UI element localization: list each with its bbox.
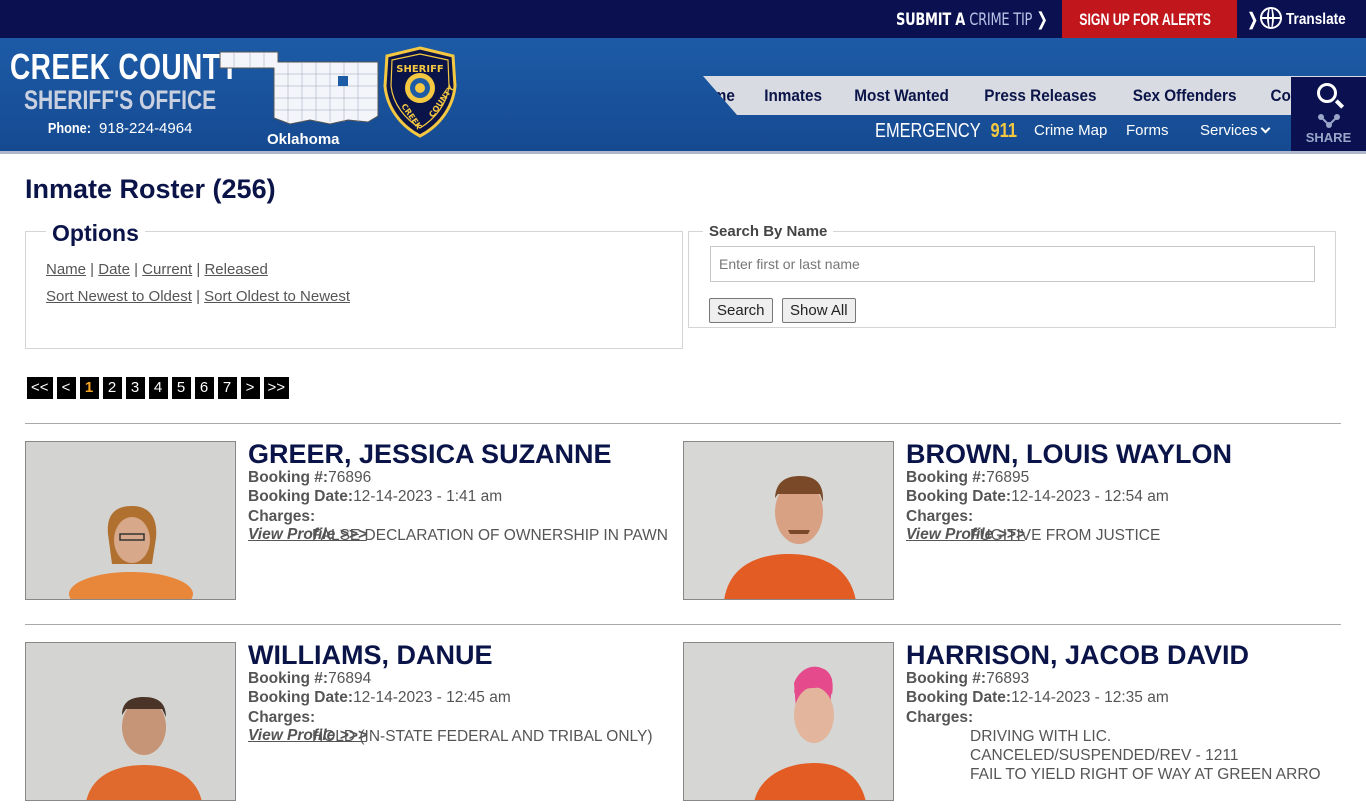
order-links: Sort Newest to Oldest | Sort Oldest to N… <box>46 288 351 305</box>
filter-released-link[interactable]: Released <box>204 261 267 278</box>
inmate-name[interactable]: WILLIAMS, DANUE <box>248 640 492 671</box>
booking-date: Booking Date:12-14-2023 - 12:45 am <box>248 689 511 706</box>
page-7[interactable]: 7 <box>217 377 237 399</box>
oklahoma-map-icon <box>219 51 379 125</box>
top-bar: SUBMIT A CRIME TIP ❯ SIGN UP FOR ALERTS … <box>0 0 1366 38</box>
emergency-number: 911 <box>990 120 1018 142</box>
translate-label: Translate <box>1286 11 1346 28</box>
chevron-right-icon: ❯ <box>1247 10 1258 29</box>
view-profile-link[interactable]: View Profile >>> <box>248 727 367 745</box>
search-button[interactable]: Search <box>709 298 773 323</box>
options-panel: Options Name | Date | Current | Released… <box>25 220 683 349</box>
inmate-name[interactable]: HARRISON, JACOB DAVID <box>906 640 1249 671</box>
translate-button[interactable]: Translate <box>1260 0 1356 38</box>
charges: Charges: DRIVING WITH LIC. CANCELED/SUSPE… <box>906 708 1326 784</box>
sort-newest-link[interactable]: Sort Newest to Oldest <box>46 288 192 305</box>
booking-date: Booking Date:12-14-2023 - 12:35 am <box>906 689 1169 706</box>
search-icon[interactable] <box>1317 83 1337 103</box>
mugshot-photo[interactable] <box>25 441 236 600</box>
mugshot-photo[interactable] <box>683 642 894 801</box>
chevron-down-icon <box>1260 123 1270 134</box>
services-label: Services <box>1200 122 1258 139</box>
nav-services[interactable]: Services <box>1200 122 1270 139</box>
phone-label: Phone: <box>47 120 92 137</box>
search-share-panel[interactable]: SHARE <box>1291 77 1366 152</box>
booking-number: Booking #:76896 <box>248 469 372 486</box>
chevron-right-icon: ❯ <box>1036 9 1048 30</box>
list-divider <box>25 624 1341 625</box>
search-panel: Search By Name Search Show All <box>688 223 1336 328</box>
page-6[interactable]: 6 <box>194 377 214 399</box>
booking-number: Booking #:76895 <box>906 469 1030 486</box>
page-2[interactable]: 2 <box>102 377 122 399</box>
sort-links: Name | Date | Current | Released <box>46 261 268 278</box>
show-all-button[interactable]: Show All <box>782 298 856 323</box>
view-profile-link[interactable]: View Profile >>> <box>248 526 367 544</box>
view-profile-link[interactable]: View Profile >>> <box>906 526 1025 544</box>
nav-press-releases[interactable]: Press Releases <box>966 76 1115 115</box>
phone-info: Phone: 918-224-4964 <box>44 120 193 137</box>
submit-crime-tip-link[interactable]: SUBMIT A CRIME TIP ❯ <box>896 0 1048 38</box>
booking-date: Booking Date:12-14-2023 - 12:54 am <box>906 488 1169 505</box>
page-prev[interactable]: < <box>56 377 76 399</box>
charge-item: DRIVING WITH LIC. CANCELED/SUSPENDED/REV… <box>970 728 1239 764</box>
sort-by-name-link[interactable]: Name <box>46 261 86 278</box>
inmate-card: GREER, JESSICA SUZANNE Booking #:76896 B… <box>25 439 668 611</box>
emergency-label: EMERGENCY <box>875 120 981 142</box>
state-label: Oklahoma <box>267 131 340 148</box>
nav-inmates[interactable]: Inmates <box>749 76 837 115</box>
nav-crime-map[interactable]: Crime Map <box>1034 122 1107 139</box>
share-label: SHARE <box>1305 130 1352 145</box>
header-divider <box>0 151 1366 154</box>
site-subtitle: SHERIFF'S OFFICE <box>24 85 217 115</box>
page-1[interactable]: 1 <box>79 377 99 399</box>
filter-current-link[interactable]: Current <box>142 261 192 278</box>
mugshot-photo[interactable] <box>683 441 894 600</box>
options-legend: Options <box>46 220 145 247</box>
alerts-label: SIGN UP FOR ALERTS <box>1079 10 1212 29</box>
search-legend: Search By Name <box>703 223 834 240</box>
sign-up-alerts-button[interactable]: SIGN UP FOR ALERTS ❯ <box>1062 0 1258 38</box>
booking-number: Booking #:76893 <box>906 670 1030 687</box>
page-last[interactable]: >> <box>263 377 290 399</box>
page-4[interactable]: 4 <box>148 377 168 399</box>
sheriff-badge-logo[interactable]: SHERIFF CREEK COUNTY <box>381 46 459 138</box>
site-header: CREEK COUNTY SHERIFF'S OFFICE Phone: 918… <box>0 38 1366 152</box>
nav-forms[interactable]: Forms <box>1126 122 1169 139</box>
list-divider <box>25 423 1341 424</box>
mugshot-photo[interactable] <box>25 642 236 801</box>
inmate-name[interactable]: BROWN, LOUIS WAYLON <box>906 439 1232 470</box>
svg-text:SHERIFF: SHERIFF <box>396 64 444 75</box>
globe-icon <box>1260 6 1282 29</box>
crime-tip-label: SUBMIT A <box>896 10 970 30</box>
page-next[interactable]: > <box>240 377 260 399</box>
main-nav: Home Inmates Most Wanted Press Releases … <box>703 76 1366 115</box>
page-first[interactable]: << <box>27 377 53 399</box>
nav-sex-offenders[interactable]: Sex Offenders <box>1115 76 1254 115</box>
nav-most-wanted[interactable]: Most Wanted <box>837 76 966 115</box>
crime-tip-highlight: CRIME TIP <box>969 10 1033 30</box>
page-3[interactable]: 3 <box>125 377 145 399</box>
page-title: Inmate Roster (256) <box>25 174 276 204</box>
name-search-input[interactable] <box>710 246 1315 282</box>
inmate-name[interactable]: GREER, JESSICA SUZANNE <box>248 439 612 470</box>
site-title[interactable]: CREEK COUNTY <box>10 46 239 88</box>
inmate-card: HARRISON, JACOB DAVID Booking #:76893 Bo… <box>683 640 1326 812</box>
inmate-card: WILLIAMS, DANUE Booking #:76894 Booking … <box>25 640 665 812</box>
booking-date: Booking Date:12-14-2023 - 1:41 am <box>248 488 503 505</box>
sort-oldest-link[interactable]: Sort Oldest to Newest <box>204 288 350 305</box>
emergency-info: EMERGENCY 911 <box>875 120 1017 143</box>
nav-home[interactable]: Home <box>703 76 749 115</box>
sort-by-date-link[interactable]: Date <box>98 261 130 278</box>
inmate-card: BROWN, LOUIS WAYLON Booking #:76895 Book… <box>683 439 1323 611</box>
phone-number[interactable]: 918-224-4964 <box>99 120 192 137</box>
page-5[interactable]: 5 <box>171 377 191 399</box>
booking-number: Booking #:76894 <box>248 670 372 687</box>
pagination: << < 1 2 3 4 5 6 7 > >> <box>27 377 290 399</box>
